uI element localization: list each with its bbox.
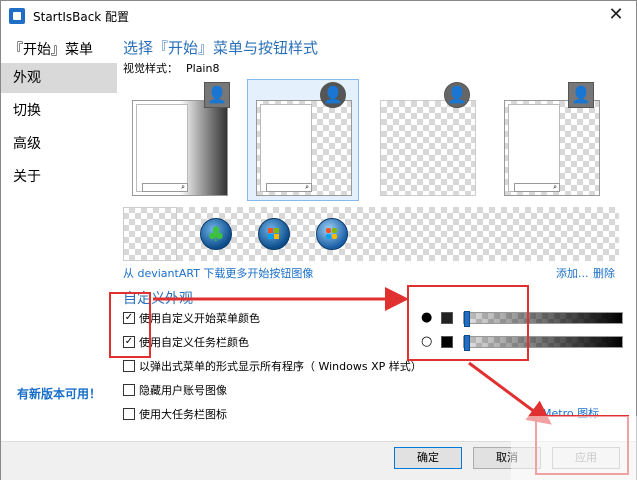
ok-button[interactable]: 确定 <box>394 447 462 469</box>
option-label: 以弹出式菜单的形式显示所有程序（ Windows XP 样式） <box>139 360 422 373</box>
clover-orb-icon: ♣ <box>200 218 232 250</box>
style-thumbnail-2[interactable]: ⌕ 👤 <box>247 79 359 201</box>
deviantart-link[interactable]: 从 deviantART 下载更多开始按钮图像 <box>123 265 313 281</box>
orb-windows7[interactable] <box>305 207 359 261</box>
thumbnail-preview: ⌕ <box>504 100 600 196</box>
sidebar-title: 『开始』菜单 <box>9 42 93 58</box>
annotation-box-colors <box>407 285 529 361</box>
visual-style-value: Plain8 <box>186 62 220 75</box>
orb-windows[interactable] <box>247 207 301 261</box>
update-available-link[interactable]: 有新版本可用！ <box>17 385 101 402</box>
option-hide-user-picture[interactable]: 隐藏用户账号图像 <box>123 382 227 398</box>
sidebar: 『开始』菜单 外观 切换 高级 关于 有新版本可用！ <box>1 31 117 441</box>
watermark <box>511 416 637 480</box>
start-button-images: ♣ <box>123 207 619 261</box>
sidebar-item-advanced[interactable]: 高级 <box>1 129 117 159</box>
checkbox[interactable] <box>123 408 135 420</box>
annotation-box-checkboxes <box>109 292 151 358</box>
thumbnail-preview <box>380 100 476 196</box>
user-icon: 👤 <box>320 82 346 108</box>
title-bar: StartIsBack 配置 ✕ <box>1 1 636 31</box>
visual-style-label: 视觉样式： <box>123 62 178 75</box>
config-window: StartIsBack 配置 ✕ 『开始』菜单 外观 切换 高级 关于 有新版本… <box>0 0 637 480</box>
thumbnail-menu-pane: ⌕ <box>260 104 312 192</box>
sidebar-item-appearance[interactable]: 外观 <box>1 63 117 93</box>
option-label: 隐藏用户账号图像 <box>139 384 227 397</box>
style-thumbnail-1[interactable]: ⌕ 👤 <box>123 79 235 201</box>
user-icon: 👤 <box>204 82 230 108</box>
option-large-taskbar-icons[interactable]: 使用大任务栏图标 <box>123 406 227 422</box>
visual-style-row: 视觉样式： Plain8 <box>123 60 219 76</box>
thumbnail-preview: ⌕ <box>256 100 352 196</box>
user-icon: 👤 <box>568 82 594 108</box>
close-button[interactable]: ✕ <box>606 5 626 25</box>
page-title: 选择『开始』菜单与按钮样式 <box>123 39 319 57</box>
delete-link[interactable]: 删除 <box>593 265 615 281</box>
orb-clover[interactable]: ♣ <box>189 207 243 261</box>
user-icon: 👤 <box>444 82 470 108</box>
search-icon: ⌕ <box>142 183 188 192</box>
checkbox[interactable] <box>123 384 135 396</box>
app-icon <box>9 8 25 24</box>
sidebar-item-switch[interactable]: 切换 <box>1 96 117 126</box>
option-label: 使用自定义任务栏颜色 <box>139 336 249 349</box>
sidebar-item-about[interactable]: 关于 <box>1 162 117 192</box>
search-icon: ⌕ <box>514 183 560 192</box>
thumbnail-menu-pane: ⌕ <box>136 104 188 192</box>
option-popup-all-programs[interactable]: 以弹出式菜单的形式显示所有程序（ Windows XP 样式） <box>123 358 422 374</box>
option-label: 使用大任务栏图标 <box>139 408 227 421</box>
windows7-orb-icon <box>316 218 348 250</box>
checkbox[interactable] <box>123 360 135 372</box>
option-label: 使用自定义开始菜单颜色 <box>139 312 260 325</box>
orb-blank[interactable] <box>123 207 177 261</box>
windows-orb-icon <box>258 218 290 250</box>
thumbnail-preview: ⌕ <box>132 100 228 196</box>
style-thumbnail-4[interactable]: ⌕ 👤 <box>495 79 607 201</box>
window-title: StartIsBack 配置 <box>33 9 130 24</box>
search-icon: ⌕ <box>266 183 312 192</box>
add-link[interactable]: 添加... <box>556 265 589 281</box>
style-thumbnail-3[interactable]: 👤 <box>371 79 483 201</box>
thumbnail-menu-pane: ⌕ <box>508 104 560 192</box>
